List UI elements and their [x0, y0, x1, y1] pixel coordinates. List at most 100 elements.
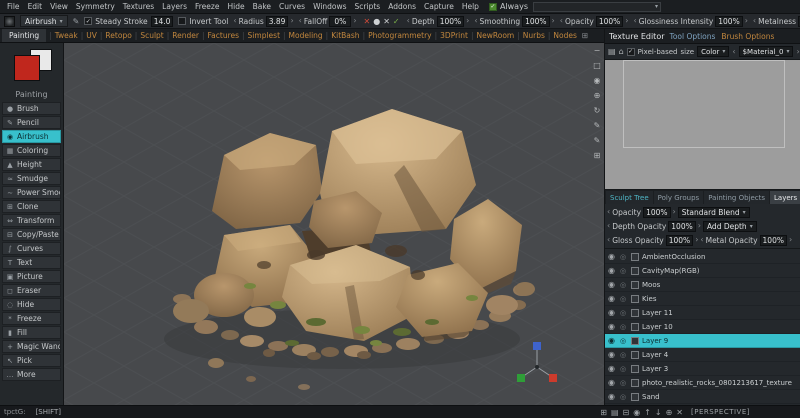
visibility-eye-icon[interactable] — [608, 336, 617, 345]
tool-item-picture[interactable]: ▣Picture — [2, 270, 61, 283]
menu-bake[interactable]: Bake — [249, 2, 275, 11]
depth-eye-icon[interactable] — [620, 253, 628, 261]
texture-editor-title[interactable]: Texture Editor — [609, 32, 665, 41]
tool-item-smudge[interactable]: ≈Smudge — [2, 172, 61, 185]
visibility-eye-icon[interactable] — [608, 266, 617, 275]
depth-eye-icon[interactable] — [620, 281, 628, 289]
steady-stroke-checkbox[interactable]: ✓ — [84, 17, 92, 25]
add-layer-icon[interactable]: ⊞ — [598, 408, 609, 417]
duplicate-layer-icon[interactable]: ⊟ — [621, 408, 632, 417]
camera-icon[interactable]: ◉ — [591, 75, 603, 85]
param-value[interactable]: 100% — [522, 16, 549, 27]
layer-row-kies[interactable]: Kies — [605, 292, 800, 306]
new-texture-icon[interactable]: ▤ — [608, 47, 616, 56]
increment-arrow[interactable] — [695, 236, 698, 244]
channel-select[interactable]: Color — [697, 46, 729, 57]
tab-kitbash[interactable]: KitBash — [329, 31, 361, 40]
menu-layers[interactable]: Layers — [158, 2, 191, 11]
param-value[interactable]: 100% — [596, 16, 623, 27]
tab-modeling[interactable]: Modeling — [287, 31, 325, 40]
layer-row-layer-9[interactable]: Layer 9 — [605, 334, 800, 348]
axis-x-handle[interactable] — [549, 374, 557, 382]
increment-arrow[interactable] — [466, 17, 469, 25]
tool-item-power-smooth[interactable]: ∼Power Smooth — [2, 186, 61, 199]
decrement-arrow[interactable] — [633, 17, 636, 25]
tab-retopo[interactable]: Retopo — [103, 31, 133, 40]
depth-opacity-value[interactable]: 100% — [668, 221, 695, 232]
tab-tweak[interactable]: Tweak — [53, 31, 80, 40]
primary-color-swatch[interactable] — [14, 55, 40, 81]
material-select[interactable]: $Material_0 — [739, 46, 794, 57]
tool-item-copy-paste[interactable]: ⊟Copy/Paste — [2, 228, 61, 241]
tool-item-coloring[interactable]: ▦Coloring — [2, 144, 61, 157]
menu-scripts[interactable]: Scripts — [351, 2, 385, 11]
layer-row-photo-realistic-rocks-0801213617-texture[interactable]: photo_realistic_rocks_0801213617_texture — [605, 376, 800, 390]
tool-item-transform[interactable]: ⇔Transform — [2, 214, 61, 227]
prev-material-arrow[interactable] — [732, 48, 735, 56]
move-layer-down-icon[interactable]: ↓ — [653, 408, 664, 417]
visibility-eye-icon[interactable] — [608, 308, 617, 317]
tab-simplest[interactable]: Simplest — [246, 31, 282, 40]
visibility-eye-icon[interactable] — [608, 378, 617, 387]
smoothing-pen-icon[interactable]: ✎ — [591, 135, 603, 145]
menu-file[interactable]: File — [3, 2, 24, 11]
depth-eye-icon[interactable] — [620, 267, 628, 275]
layer-row-cavitymap-rgb[interactable]: CavityMap(RGB) — [605, 264, 800, 278]
tool-item-text[interactable]: TText — [2, 256, 61, 269]
depth-eye-icon[interactable] — [620, 295, 628, 303]
tab-3dprint[interactable]: 3DPrint — [438, 31, 470, 40]
axis-y-handle[interactable] — [517, 374, 525, 382]
rotate-view-icon[interactable]: ↻ — [591, 105, 603, 115]
global-preset-select[interactable] — [533, 2, 661, 12]
tool-item-pencil[interactable]: ✎Pencil — [2, 116, 61, 129]
gloss-opacity-value[interactable]: 100% — [666, 235, 693, 246]
frame-view-icon[interactable]: □ — [591, 60, 603, 70]
increment-arrow[interactable] — [789, 236, 792, 244]
visibility-eye-icon[interactable] — [608, 252, 617, 261]
tool-item-more[interactable]: …More — [2, 368, 61, 381]
decrement-arrow[interactable] — [607, 236, 610, 244]
pen-pressure-icon[interactable]: ✎ — [591, 120, 603, 130]
increment-arrow[interactable] — [290, 17, 293, 25]
tool-item-magic-wand[interactable]: +Magic Wand — [2, 340, 61, 353]
visibility-eye-icon[interactable] — [608, 364, 617, 373]
tab-sculpt[interactable]: Sculpt — [138, 31, 165, 40]
menu-addons[interactable]: Addons — [384, 2, 420, 11]
decrement-arrow[interactable] — [607, 222, 610, 230]
menu-textures[interactable]: Textures — [119, 2, 158, 11]
increment-arrow[interactable] — [745, 17, 748, 25]
decrement-arrow[interactable] — [700, 236, 703, 244]
decrement-arrow[interactable] — [560, 17, 563, 25]
menu-edit[interactable]: Edit — [24, 2, 47, 11]
active-tool-select[interactable]: Airbrush — [20, 15, 68, 27]
x-mode-icon[interactable]: ✕ — [383, 17, 390, 26]
tool-item-clone[interactable]: ⊞Clone — [2, 200, 61, 213]
param-value[interactable]: 100% — [715, 16, 742, 27]
layer-row-layer-10[interactable]: Layer 10 — [605, 320, 800, 334]
grid-toggle-icon[interactable]: ⊞ — [591, 150, 603, 160]
tool-item-airbrush[interactable]: ◉Airbrush — [2, 130, 61, 143]
visibility-eye-icon[interactable] — [608, 294, 617, 303]
toggle-visibility-icon[interactable]: ◉ — [631, 408, 642, 417]
tab-factures[interactable]: Factures — [206, 31, 241, 40]
tool-item-height[interactable]: ▲Height — [2, 158, 61, 171]
layer-row-layer-3[interactable]: Layer 3 — [605, 362, 800, 376]
increment-arrow[interactable] — [698, 222, 701, 230]
depth-eye-icon[interactable] — [620, 351, 628, 359]
menu-windows[interactable]: Windows — [309, 2, 350, 11]
zoom-icon[interactable]: ⊕ — [591, 90, 603, 100]
param-value[interactable]: 3.89 — [266, 16, 289, 27]
check-mode-icon[interactable]: ✓ — [393, 17, 400, 26]
tab-painting-objects[interactable]: Painting Objects — [704, 191, 769, 204]
menu-capture[interactable]: Capture — [420, 2, 458, 11]
layer-row-layer-11[interactable]: Layer 11 — [605, 306, 800, 320]
metal-opacity-value[interactable]: 100% — [760, 235, 787, 246]
home-icon[interactable]: ⌂ — [619, 47, 624, 56]
next-material-arrow[interactable] — [796, 48, 799, 56]
tool-options-link[interactable]: Tool Options — [670, 32, 716, 41]
visibility-eye-icon[interactable] — [608, 350, 617, 359]
pixel-based-checkbox[interactable]: ✓ — [627, 48, 635, 56]
tab-uv[interactable]: UV — [84, 31, 99, 40]
active-room-tab[interactable]: Painting — [2, 29, 46, 43]
red-x-icon[interactable]: ✕ — [364, 17, 371, 26]
